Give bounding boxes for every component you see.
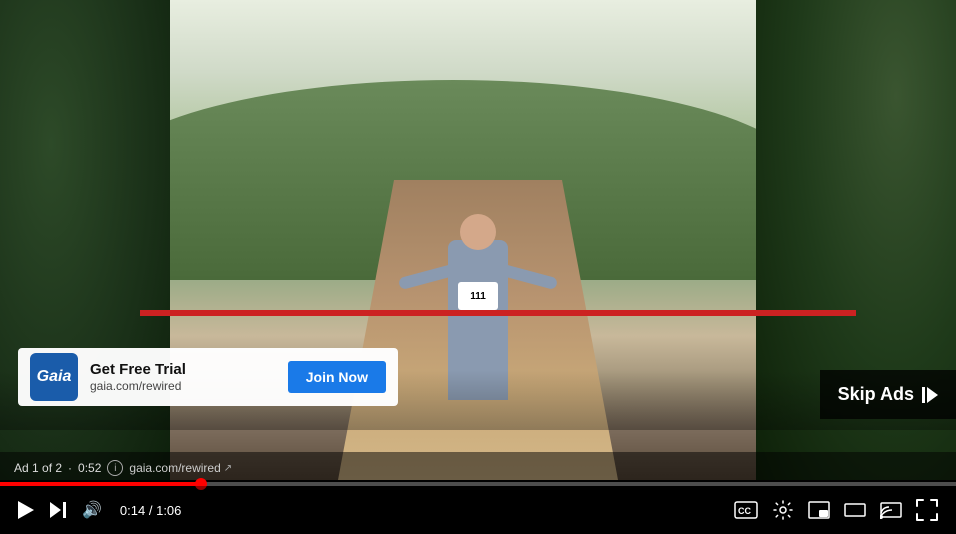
theater-button[interactable] <box>838 497 872 523</box>
ad-separator: · <box>68 461 72 475</box>
next-triangle <box>50 502 61 518</box>
ad-title: Get Free Trial <box>90 361 276 379</box>
volume-button[interactable]: 🔊 <box>76 496 108 524</box>
controls-bar: 🔊 0:14 / 1:06 CC <box>0 486 956 534</box>
time-separator: / <box>149 503 156 518</box>
theater-icon <box>844 501 866 519</box>
fullscreen-button[interactable] <box>910 495 944 525</box>
skip-triangle-icon <box>927 387 938 403</box>
ad-website-link[interactable]: gaia.com/rewired ↗ <box>129 461 232 475</box>
cast-button[interactable] <box>874 497 908 523</box>
volume-icon: 🔊 <box>82 500 102 520</box>
info-icon[interactable]: i <box>107 460 123 476</box>
ad-time-remaining: 0:52 <box>78 461 101 475</box>
miniplayer-button[interactable] <box>802 497 836 523</box>
ad-info-bar: Ad 1 of 2 · 0:52 i gaia.com/rewired ↗ <box>0 452 956 484</box>
ad-logo: Gaia <box>30 353 78 401</box>
skip-ads-label: Skip Ads <box>838 384 914 405</box>
skip-bar-icon <box>922 387 925 403</box>
miniplayer-icon <box>808 501 830 519</box>
next-bar <box>63 502 66 518</box>
ad-website-text: gaia.com/rewired <box>129 461 220 475</box>
total-time: 1:06 <box>156 503 181 518</box>
runner-bib: 111 <box>458 282 498 310</box>
right-controls: CC <box>728 495 944 525</box>
settings-icon <box>772 499 794 521</box>
svg-text:CC: CC <box>738 506 751 516</box>
ad-banner: Gaia Get Free Trial gaia.com/rewired Joi… <box>18 348 398 406</box>
next-button[interactable] <box>44 498 72 522</box>
skip-ads-button[interactable]: Skip Ads <box>820 370 956 419</box>
next-icon <box>50 502 66 518</box>
time-display: 0:14 / 1:06 <box>112 503 189 518</box>
ad-counter-label: Ad 1 of 2 <box>14 461 62 475</box>
play-button[interactable] <box>12 497 40 523</box>
play-icon <box>18 501 34 519</box>
cc-icon: CC <box>734 501 758 519</box>
settings-button[interactable] <box>766 495 800 525</box>
finish-ribbon <box>140 310 856 316</box>
current-time: 0:14 <box>120 503 145 518</box>
cc-button[interactable]: CC <box>728 497 764 523</box>
external-link-icon: ↗ <box>224 463 232 474</box>
video-background: 111 <box>0 0 956 480</box>
runner-figure: 111 <box>398 120 558 400</box>
fullscreen-icon <box>916 499 938 521</box>
ad-text-block: Get Free Trial gaia.com/rewired <box>90 361 276 393</box>
ad-url: gaia.com/rewired <box>90 379 276 393</box>
join-now-button[interactable]: Join Now <box>288 361 386 393</box>
cast-icon <box>880 501 902 519</box>
runner-head <box>460 214 496 250</box>
